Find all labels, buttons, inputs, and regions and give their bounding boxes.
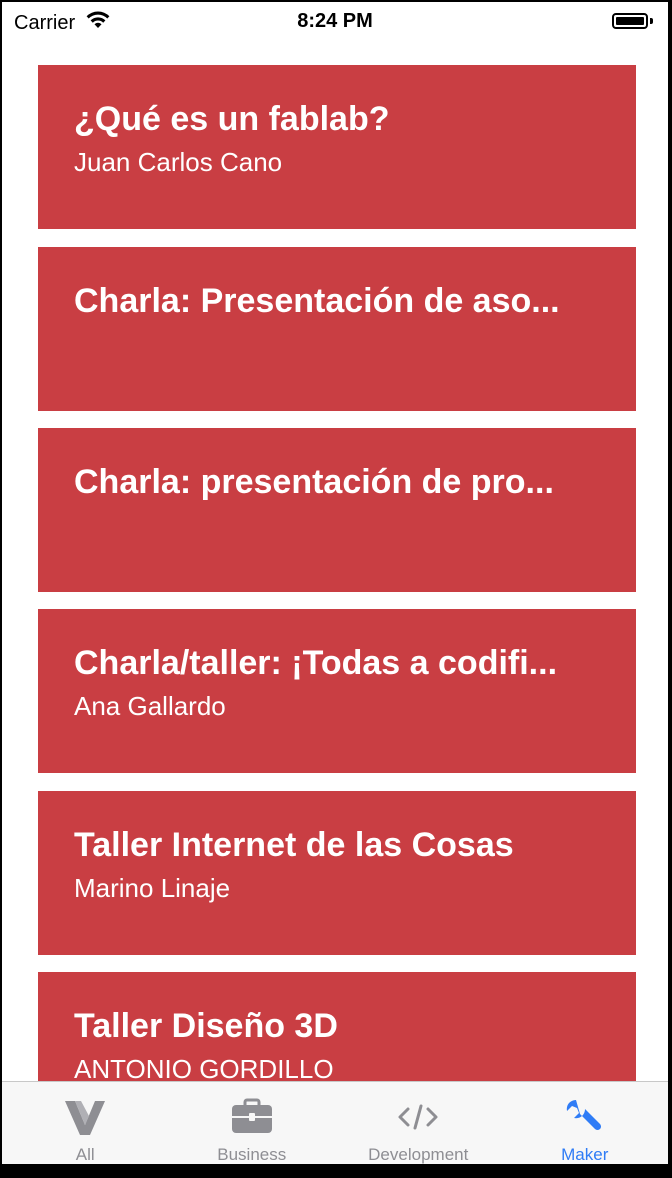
tab-bar: All Business Development Maker: [2, 1081, 668, 1164]
session-card[interactable]: Taller Internet de las Cosas Marino Lina…: [38, 791, 636, 955]
session-speaker: Juan Carlos Cano: [74, 147, 283, 177]
tab-label: Maker: [561, 1145, 609, 1164]
session-card[interactable]: Charla/taller: ¡Todas a codifi... Ana Ga…: [38, 609, 636, 773]
session-card[interactable]: ¿Qué es un fablab? Juan Carlos Cano: [38, 65, 636, 229]
session-title: Charla/taller: ¡Todas a codifi...: [74, 644, 558, 682]
session-card[interactable]: Taller Diseño 3D ANTONIO GORDILLO: [38, 972, 636, 1081]
session-card[interactable]: Charla: presentación de pro...: [38, 428, 636, 592]
session-speaker: Marino Linaje: [74, 873, 231, 903]
wrench-icon: [563, 1096, 607, 1137]
tab-label: Development: [368, 1145, 469, 1164]
session-title: Taller Internet de las Cosas: [74, 826, 514, 864]
tab-development[interactable]: Development: [335, 1082, 502, 1164]
tab-label: Business: [217, 1145, 287, 1164]
session-speaker: ANTONIO GORDILLO: [74, 1054, 334, 1081]
session-title: Charla: Presentación de aso...: [74, 282, 560, 320]
session-card[interactable]: Charla: Presentación de aso...: [38, 247, 636, 411]
clock: 8:24 PM: [297, 10, 373, 32]
session-title: Charla: presentación de pro...: [74, 463, 554, 501]
tab-business[interactable]: Business: [169, 1082, 336, 1164]
battery-icon: [612, 13, 648, 29]
session-list[interactable]: ¿Qué es un fablab? Juan Carlos Cano Char…: [2, 2, 668, 1081]
briefcase-icon: [230, 1096, 274, 1137]
session-title: Taller Diseño 3D: [74, 1007, 338, 1045]
session-title: ¿Qué es un fablab?: [74, 100, 390, 138]
session-speaker: Ana Gallardo: [74, 691, 226, 721]
tab-maker[interactable]: Maker: [502, 1082, 669, 1164]
status-bar: Carrier 8:24 PM: [2, 2, 668, 42]
tab-all[interactable]: All: [2, 1082, 169, 1164]
tab-label: All: [75, 1145, 95, 1164]
v-logo-icon: [63, 1096, 107, 1137]
code-icon: [396, 1096, 440, 1137]
app-screen: ¿Qué es un fablab? Juan Carlos Cano Char…: [2, 2, 668, 1164]
